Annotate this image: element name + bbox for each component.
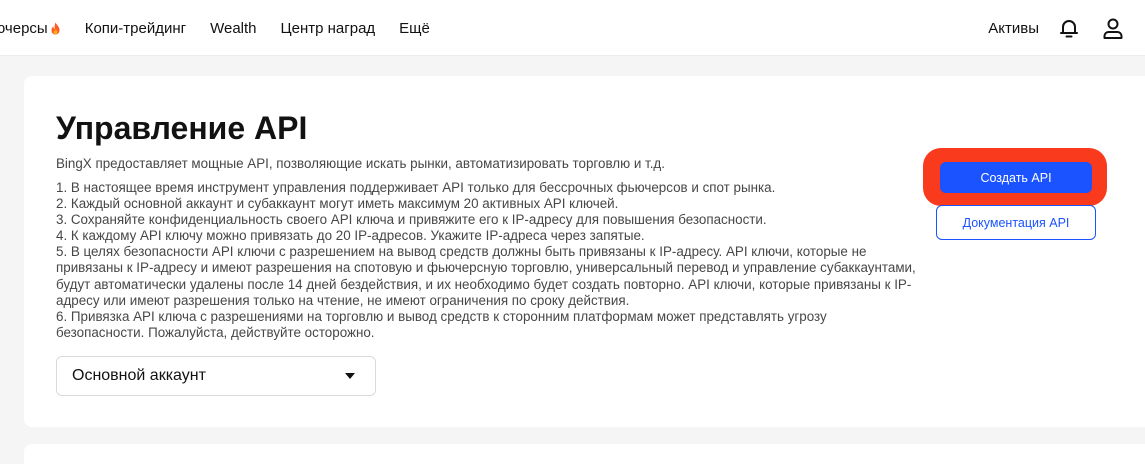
api-management-card: Управление API BingX предоставляет мощны… (24, 76, 1145, 427)
nav-menu: ючерсы Копи-трейдинг Wealth Центр наград… (0, 0, 454, 56)
account-select[interactable]: Основной аккаунт (56, 356, 376, 396)
create-api-button[interactable]: Создать API (940, 162, 1092, 193)
fire-icon (50, 22, 61, 35)
rule-item: 6. Привязка API ключа с разрешениями на … (56, 308, 827, 340)
rule-item: 5. В целях безопасности API ключи с разр… (56, 244, 916, 308)
nav-item-label: Копи-трейдинг (84, 19, 187, 37)
intro-text: BingX предоставляет мощные API, позволяю… (56, 156, 665, 171)
nav-actions: Активы (988, 0, 1145, 56)
api-docs-button[interactable]: Документация API (936, 205, 1096, 240)
nav-item-label: Wealth (210, 19, 257, 37)
bell-icon[interactable] (1057, 16, 1081, 40)
nav-item-copy-trading[interactable]: Копи-трейдинг (85, 20, 186, 37)
nav-item-label: Ещё (399, 19, 430, 37)
rules-list: 1. В настоящее время инструмент управлен… (56, 180, 916, 341)
caret-down-icon (345, 373, 355, 379)
rule-item: 2. Каждый основной аккаунт и субаккаунт … (56, 196, 619, 212)
nav-item-label: Центр наград (280, 19, 376, 37)
nav-item-wealth[interactable]: Wealth (210, 20, 256, 37)
top-navigation: ючерсы Копи-трейдинг Wealth Центр наград… (0, 0, 1145, 56)
page-title: Управление API (56, 110, 308, 146)
user-icon[interactable] (1101, 16, 1125, 40)
nav-item-futures[interactable]: ючерсы (0, 20, 61, 37)
nav-item-rewards-center[interactable]: Центр наград (281, 20, 376, 37)
nav-item-more[interactable]: Ещё (399, 20, 430, 37)
rule-item: 1. В настоящее время инструмент управлен… (56, 180, 776, 195)
nav-item-assets[interactable]: Активы (988, 20, 1039, 37)
account-select-value: Основной аккаунт (72, 367, 206, 384)
rule-item: 3. Сохраняйте конфиденциальность своего … (56, 212, 767, 228)
nav-item-label: ючерсы (0, 19, 48, 37)
rule-item: 4. К каждому API ключу можно привязать д… (56, 228, 645, 244)
secondary-card (24, 444, 1145, 464)
